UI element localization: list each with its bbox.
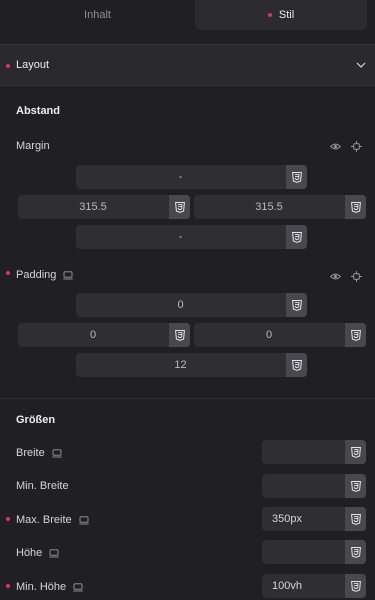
width-field[interactable] (262, 440, 366, 464)
css-unit-icon (351, 581, 361, 592)
margin-right-value: 315.5 (255, 201, 283, 213)
css-unit-icon (351, 447, 361, 458)
css-unit-icon (351, 481, 361, 492)
unit-button[interactable] (345, 540, 366, 564)
max-width-label-text: Max. Breite (16, 514, 72, 526)
width-label-text: Breite (16, 447, 45, 459)
desktop-icon[interactable] (73, 583, 83, 592)
css-unit-icon (175, 330, 185, 341)
padding-controls (320, 271, 362, 282)
unit-button[interactable] (286, 225, 307, 249)
padding-bottom-value: 12 (174, 359, 187, 371)
unit-button[interactable] (169, 323, 190, 347)
min-height-label-text: Min. Höhe (16, 581, 67, 593)
tab-bar: Inhalt Stil (0, 0, 375, 30)
unit-button[interactable] (345, 195, 366, 219)
css-unit-icon (351, 202, 361, 213)
padding-label: Padding (16, 269, 73, 281)
width-label: Breite (16, 447, 62, 459)
margin-label: Margin (16, 140, 50, 152)
eye-icon[interactable] (330, 271, 341, 282)
unit-button[interactable] (345, 507, 366, 531)
modified-indicator-dot (6, 517, 10, 521)
tab-content[interactable]: Inhalt (0, 0, 195, 30)
css-unit-icon (351, 330, 361, 341)
desktop-icon[interactable] (49, 549, 59, 558)
min-width-label: Min. Breite (16, 480, 69, 492)
width-value (262, 440, 344, 464)
padding-bottom-field[interactable]: 12 (76, 353, 307, 377)
css-unit-icon (175, 202, 185, 213)
css-unit-icon (292, 360, 302, 371)
height-label: Höhe (16, 547, 59, 559)
margin-label-text: Margin (16, 140, 50, 152)
modified-indicator-dot (6, 64, 10, 68)
min-width-value (262, 474, 344, 498)
margin-bottom-field[interactable]: - (76, 225, 307, 249)
margin-right-field[interactable]: 315.5 (194, 195, 366, 219)
unit-button[interactable] (286, 353, 307, 377)
height-value (262, 540, 344, 564)
padding-right-field[interactable]: 0 (194, 323, 366, 347)
layout-section-label: Layout (16, 59, 50, 71)
margin-top-field[interactable]: - (76, 165, 307, 189)
unit-button[interactable] (345, 323, 366, 347)
margin-left-value: 315.5 (79, 201, 107, 213)
min-width-field[interactable] (262, 474, 366, 498)
desktop-icon[interactable] (52, 449, 62, 458)
unit-button[interactable] (286, 165, 307, 189)
tab-content-label: Inhalt (84, 9, 111, 21)
desktop-icon[interactable] (79, 516, 89, 525)
margin-controls (320, 141, 362, 152)
sizes-heading: Größen (16, 414, 56, 426)
padding-right-value: 0 (265, 329, 273, 341)
css-unit-icon (292, 300, 302, 311)
unit-button[interactable] (286, 293, 307, 317)
tab-style[interactable]: Stil (195, 0, 367, 30)
max-width-value: 350px (272, 513, 302, 525)
layout-section-header[interactable]: Layout (0, 44, 375, 86)
min-height-label: Min. Höhe (16, 581, 83, 593)
unit-button[interactable] (345, 474, 366, 498)
css-unit-icon (351, 514, 361, 525)
crosshair-icon[interactable] (351, 271, 362, 282)
eye-icon[interactable] (330, 141, 341, 152)
max-width-field[interactable]: 350px (262, 507, 366, 531)
css-unit-icon (292, 232, 302, 243)
max-width-label: Max. Breite (16, 514, 89, 526)
height-field[interactable] (262, 540, 366, 564)
crosshair-icon[interactable] (351, 141, 362, 152)
padding-label-text: Padding (16, 269, 57, 281)
min-width-label-text: Min. Breite (16, 480, 69, 492)
modified-indicator-dot (6, 271, 10, 275)
unit-button[interactable] (345, 574, 366, 598)
modified-indicator-dot (6, 584, 10, 588)
padding-top-field[interactable]: 0 (76, 293, 307, 317)
min-height-value: 100vh (272, 580, 302, 592)
margin-bottom-value: - (178, 231, 183, 243)
section-divider (0, 398, 375, 399)
unit-button[interactable] (169, 195, 190, 219)
margin-top-value: - (178, 171, 183, 183)
chevron-down-icon[interactable] (355, 59, 367, 71)
css-unit-icon (351, 547, 361, 558)
margin-left-field[interactable]: 315.5 (18, 195, 190, 219)
padding-top-value: 0 (177, 299, 184, 311)
spacing-heading: Abstand (16, 105, 60, 117)
min-height-field[interactable]: 100vh (262, 574, 366, 598)
unit-button[interactable] (345, 440, 366, 464)
desktop-icon[interactable] (63, 271, 73, 280)
tab-style-label: Stil (278, 9, 295, 21)
padding-left-value: 0 (89, 329, 97, 341)
height-label-text: Höhe (16, 547, 43, 559)
css-unit-icon (292, 172, 302, 183)
padding-left-field[interactable]: 0 (18, 323, 190, 347)
active-indicator-dot (267, 13, 272, 17)
